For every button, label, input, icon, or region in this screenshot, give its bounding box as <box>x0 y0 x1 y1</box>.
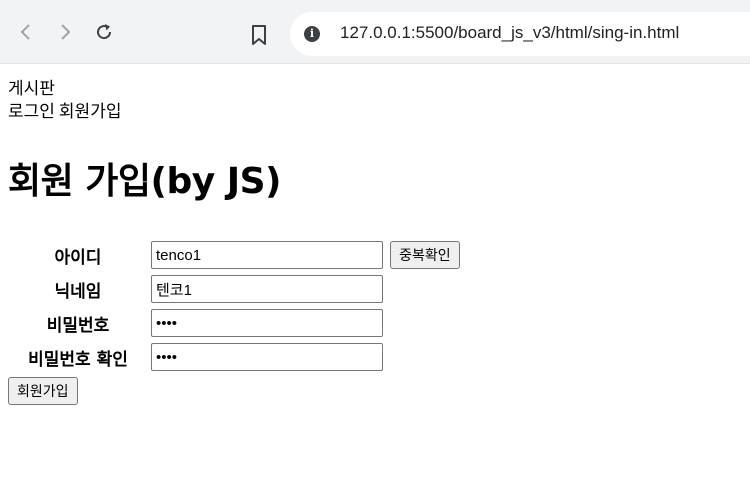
signup-form: 아이디 중복확인 닉네임 비밀번호 비밀번호 확인 <box>6 237 463 375</box>
address-bar[interactable]: i 127.0.0.1:5500/board_js_v3/html/sing-i… <box>290 12 750 56</box>
nickname-input[interactable] <box>151 275 383 303</box>
signup-link[interactable]: 회원가입 <box>59 102 122 122</box>
page-content: 게시판 로그인회원가입 회원 가입(by JS) 아이디 중복확인 닉네임 비밀… <box>0 64 750 405</box>
info-icon[interactable]: i <box>304 26 320 42</box>
username-input[interactable] <box>151 241 383 270</box>
password-confirm-label: 비밀번호 확인 <box>28 349 128 370</box>
back-arrow-icon[interactable] <box>16 22 36 42</box>
browser-toolbar: i 127.0.0.1:5500/board_js_v3/html/sing-i… <box>0 0 750 64</box>
password-label: 비밀번호 <box>46 315 110 336</box>
site-title: 게시판 <box>8 79 55 99</box>
duplicate-check-button[interactable]: 중복확인 <box>390 240 460 269</box>
nickname-label: 닉네임 <box>54 281 102 302</box>
reload-icon[interactable] <box>94 22 114 42</box>
username-label: 아이디 <box>54 247 102 268</box>
password-input[interactable] <box>151 309 383 337</box>
url-text[interactable]: 127.0.0.1:5500/board_js_v3/html/sing-in.… <box>340 23 679 43</box>
password-confirm-input[interactable] <box>151 343 383 371</box>
nav-links: 로그인 회원가입 <box>8 101 742 124</box>
forward-arrow-icon[interactable] <box>55 22 75 42</box>
login-link[interactable]: 로그인 <box>8 102 55 122</box>
bookmark-icon[interactable] <box>251 25 267 49</box>
signup-submit-button[interactable]: 회원가입 <box>8 377 78 405</box>
page-title: 회원 가입(by JS) <box>8 161 282 202</box>
